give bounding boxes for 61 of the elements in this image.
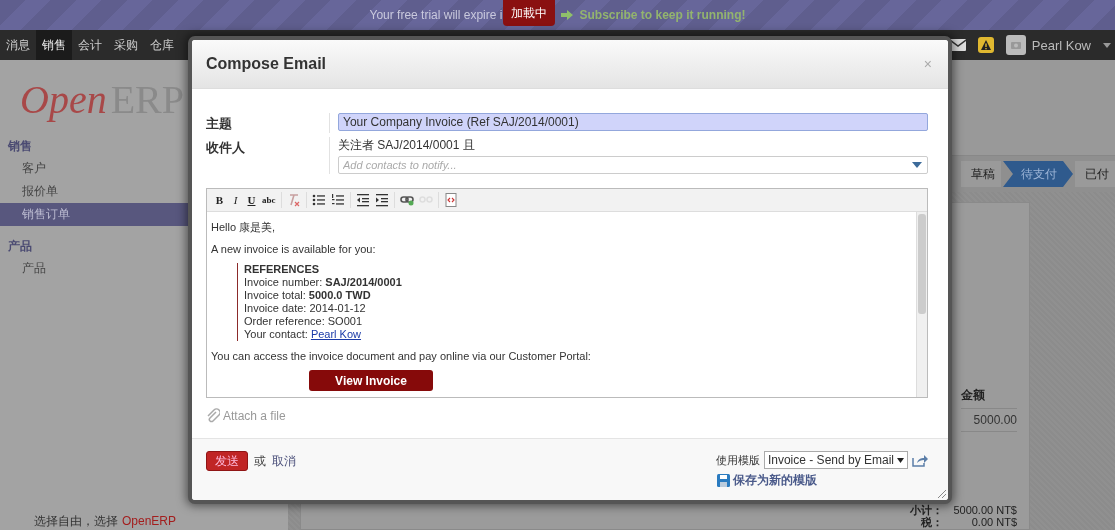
- section-heading: 产品: [8, 238, 32, 255]
- view-invoice-button[interactable]: View Invoice: [309, 370, 433, 391]
- scrollbar-thumb[interactable]: [918, 214, 926, 314]
- section-heading: 销售: [8, 138, 32, 155]
- cancel-link[interactable]: 取消: [272, 451, 296, 471]
- bullet-list-icon: [311, 193, 326, 207]
- contacts-field[interactable]: Add contacts to notify...: [338, 156, 928, 174]
- dropdown-caret-icon: [897, 457, 904, 463]
- contact-label: Your contact:: [244, 328, 308, 340]
- reference-line: Invoice date: 2014-01-12: [244, 302, 367, 315]
- menu-item[interactable]: 采购: [108, 30, 144, 60]
- references-heading: REFERENCES: [244, 263, 321, 276]
- send-button[interactable]: 发送: [206, 451, 248, 471]
- total-label: 小计：: [910, 504, 943, 516]
- or-text: 或: [254, 453, 266, 470]
- outdent-icon: [355, 193, 370, 207]
- total-value: 5000.00 NT$: [952, 504, 1017, 516]
- loading-badge: 加載中: [503, 0, 556, 26]
- subject-field[interactable]: Your Company Invoice (Ref SAJ/2014/0001): [338, 113, 928, 131]
- menu-item[interactable]: 会计: [72, 30, 108, 60]
- reference-line: Invoice total: 5000.0 TWD: [244, 289, 372, 302]
- avatar-icon: [1005, 35, 1026, 55]
- external-link-icon: [912, 453, 928, 467]
- resize-grip-icon: [938, 490, 946, 498]
- template-label: 使用模版: [715, 452, 760, 468]
- template-value: Invoice - Send by Email: [767, 453, 894, 467]
- chain-link-icon: [399, 193, 414, 207]
- status-step[interactable]: 已付: [1075, 161, 1115, 187]
- scrollbar[interactable]: [916, 212, 927, 397]
- paperclip-icon: [206, 408, 220, 424]
- arrow-icon: [560, 9, 575, 21]
- menu-item[interactable]: 仓库: [144, 30, 180, 60]
- caret-icon: [1103, 42, 1111, 48]
- trial-text: Your free trial will expire i: [369, 8, 503, 22]
- intro-text: A new invoice is available for you:: [211, 243, 377, 255]
- indent-icon: [374, 193, 389, 207]
- numbered-list-icon: [330, 193, 345, 207]
- save-template-link[interactable]: 保存为新的模版: [716, 472, 928, 489]
- reference-line: Order reference: SO001: [244, 315, 363, 328]
- total-label: 税：: [921, 516, 943, 528]
- followers-text: 关注者 SAJ/2014/0001 且: [338, 137, 476, 154]
- table-cell: 5000.00: [961, 409, 1017, 432]
- dropdown-caret-icon: [912, 162, 922, 168]
- field-label: 主题: [206, 113, 330, 133]
- dialog-title: Compose Email: [206, 55, 327, 73]
- reference-line: Invoice number: SAJ/2014/0001: [244, 276, 403, 289]
- field-label: 收件人: [206, 137, 330, 174]
- menu-item[interactable]: 消息: [0, 30, 36, 60]
- status-step[interactable]: 草稿: [961, 161, 1001, 187]
- user-menu[interactable]: Pearl Kow: [1031, 37, 1091, 53]
- column-header: 金额: [961, 383, 1017, 409]
- portal-text: You can access the invoice document and pay online via our Customer Portal:: [211, 350, 592, 362]
- footer-text: 选择自由，选择: [34, 514, 118, 528]
- attach-label: Attach a file: [223, 409, 286, 423]
- warning-icon: [977, 37, 994, 53]
- source-code-icon: [443, 193, 458, 207]
- menu-item[interactable]: 销售: [36, 30, 72, 60]
- template-select[interactable]: Invoice - Send by Email: [763, 451, 908, 469]
- total-value: 0.00 NT$: [970, 516, 1017, 528]
- save-template-label: 保存为新的模版: [732, 472, 817, 489]
- contact-link[interactable]: Pearl Kow: [310, 328, 361, 340]
